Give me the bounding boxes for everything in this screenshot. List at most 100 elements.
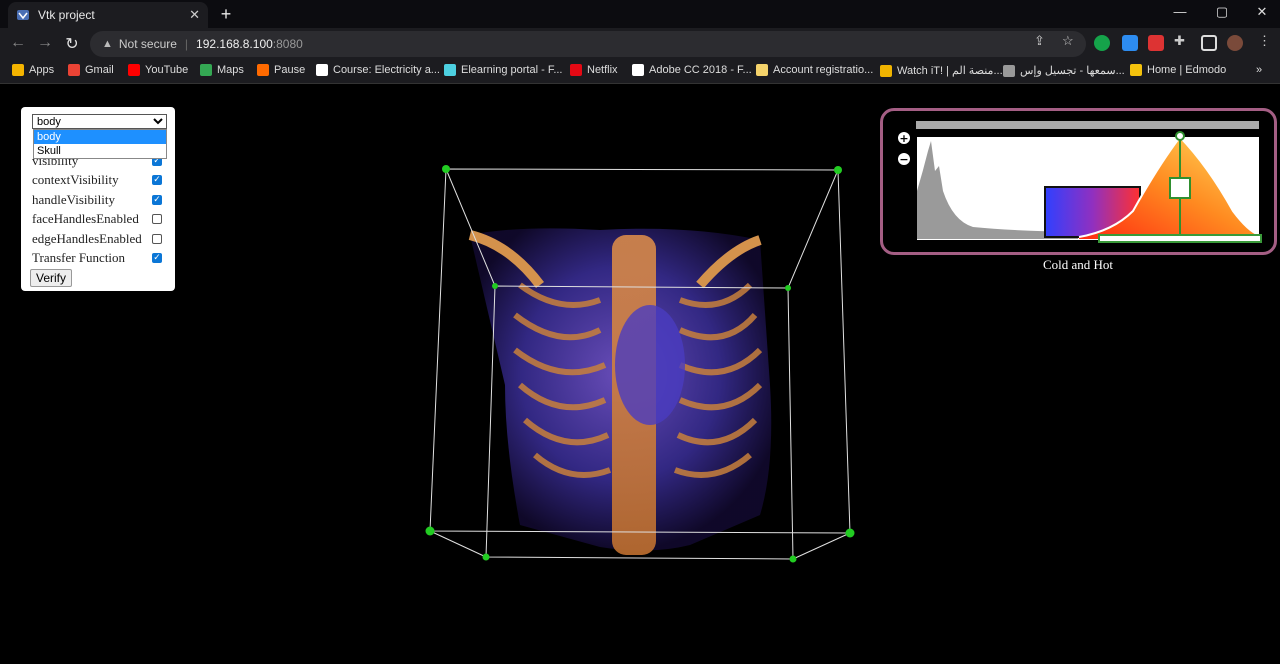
option-row: edgeHandlesEnabled [32,230,162,248]
bookmark-favicon-icon [257,64,269,76]
address-bar[interactable]: ▲ Not secure | 192.168.8.100 :8080 [90,31,1086,57]
option-label: contextVisibility [32,172,119,187]
bookmark-item[interactable]: Netflix [570,64,618,76]
bookmark-item[interactable]: سمعها - تجسيل وإس... [1003,64,1125,77]
bookmark-item[interactable]: Account registratio... [756,64,873,76]
control-panel: bodySkull body Skull visibilitycontextVi… [21,107,175,291]
bookmark-label: » [1256,64,1263,76]
tab-strip: Vtk project ✕ + — ▢ ✕ [0,0,1280,28]
new-tab-button[interactable]: + [216,4,236,24]
close-window-button[interactable]: ✕ [1252,4,1272,20]
bookmark-label: Watch iT! | منصة الم... [897,65,1003,77]
side-panel-icon[interactable] [1201,35,1217,51]
forward-button[interactable]: → [35,34,55,52]
corner-handle[interactable] [785,285,791,291]
maximize-button[interactable]: ▢ [1212,4,1232,20]
bookmark-favicon-icon [880,64,892,77]
option-label: handleVisibility [32,192,115,207]
security-label: Not secure [118,37,177,51]
gaussian-peak-handle[interactable] [1175,131,1185,141]
extension-icon[interactable] [1122,35,1138,51]
tab-close-icon[interactable]: ✕ [189,7,200,23]
corner-handle[interactable] [425,526,435,536]
bookmark-label: Adobe CC 2018 - F... [649,64,752,76]
option-checkbox[interactable] [152,234,162,244]
option-checkbox[interactable] [152,214,162,224]
bookmark-item[interactable]: Course: Electricity a... [316,64,440,76]
option-label: edgeHandlesEnabled [32,231,142,246]
zoom-out-glyph: − [899,153,908,166]
bookmarks-bar: Apps Gmail YouTube Maps Pause Course: Electri… [0,60,1280,84]
transfer-function-editor[interactable]: + − [880,108,1277,255]
bookmark-favicon-icon [756,64,768,76]
bookmark-label: Course: Electricity a... [333,64,440,76]
bookmark-favicon-icon [632,64,644,76]
extensions-puzzle-icon[interactable]: ✚ [1174,33,1185,49]
tab-vtk-project[interactable]: Vtk project ✕ [8,2,208,28]
corner-handle[interactable] [492,283,498,289]
bookmark-favicon-icon [1130,64,1142,76]
bookmark-label: Maps [217,64,244,76]
back-button[interactable]: ← [8,34,28,52]
option-checkbox[interactable] [152,253,162,263]
bookmark-item[interactable]: Maps [200,64,244,76]
torso-volume [468,228,772,555]
profile-avatar[interactable] [1227,35,1243,51]
share-icon[interactable]: ⇪ [1034,33,1045,49]
transfer-function-caption: Cold and Hot [1042,257,1114,272]
extension-icon-red[interactable] [1148,35,1164,51]
corner-handle[interactable] [845,528,855,538]
bookmark-item[interactable]: Elearning portal - F... [444,64,563,76]
bookmark-label: Apps [29,64,55,76]
verify-button[interactable]: Verify [30,269,72,287]
option-skull[interactable]: Skull [34,144,166,158]
range-bar[interactable] [916,121,1259,129]
grammarly-extension-icon[interactable] [1094,35,1110,51]
bookmark-favicon-icon [1003,64,1015,77]
bookmark-favicon-icon [316,64,328,76]
bookmark-favicon-icon [128,64,140,76]
menu-kebab-icon[interactable]: ⋮ [1258,33,1271,49]
option-checkbox[interactable] [152,195,162,205]
bookmark-item[interactable]: Gmail [68,64,114,76]
bookmark-item[interactable]: » [1256,64,1262,76]
option-checkbox[interactable] [152,175,162,185]
volume-select-dropdown[interactable]: body Skull [33,129,167,159]
bookmark-favicon-icon [444,64,456,76]
not-secure-warning-icon: ▲ [102,38,113,50]
corner-handle[interactable] [834,166,842,174]
bookmark-favicon-icon [68,64,80,76]
url-host: 192.168.8.100 [196,37,273,51]
option-body[interactable]: body [34,130,166,144]
gaussian-range-bar[interactable] [1098,234,1262,243]
bookmark-item[interactable]: YouTube [128,64,188,76]
browser-toolbar: ← → ↻ ▲ Not secure | 192.168.8.100 :8080… [0,28,1280,60]
reload-button[interactable]: ↻ [62,34,82,54]
option-row: faceHandlesEnabled [32,210,162,228]
omnibox-separator: | [184,37,189,51]
bookmark-favicon-icon [12,64,24,76]
bookmark-label: YouTube [145,64,189,76]
option-row: Transfer Function [32,249,162,267]
minimize-button[interactable]: — [1170,4,1190,19]
gaussian-width-handle[interactable] [1169,177,1191,199]
bookmark-item[interactable]: Adobe CC 2018 - F... [632,64,752,76]
bookmark-label: Account registratio... [773,64,874,76]
bookmark-label: Pause [274,64,306,76]
corner-handle[interactable] [442,165,450,173]
corner-handle[interactable] [789,555,797,563]
bookmark-label: سمعها - تجسيل وإس... [1020,65,1125,77]
bookmark-item[interactable]: Watch iT! | منصة الم... [880,64,1003,77]
bookmark-label: Elearning portal - F... [461,64,563,76]
bookmark-item[interactable]: Apps [12,64,54,76]
bookmark-item[interactable]: Home | Edmodo [1130,64,1226,76]
corner-handle[interactable] [482,553,490,561]
bookmark-label: Gmail [85,64,114,76]
volume-select[interactable]: bodySkull [32,114,167,129]
option-row: contextVisibility [32,171,162,189]
vtk-render-viewport[interactable]: bodySkull body Skull visibilitycontextVi… [0,85,1280,664]
bookmark-star-icon[interactable]: ☆ [1062,33,1074,49]
transfer-function-canvas[interactable]: + − [883,111,1274,252]
vtk-favicon-icon [17,10,29,20]
bookmark-item[interactable]: Pause [257,64,305,76]
